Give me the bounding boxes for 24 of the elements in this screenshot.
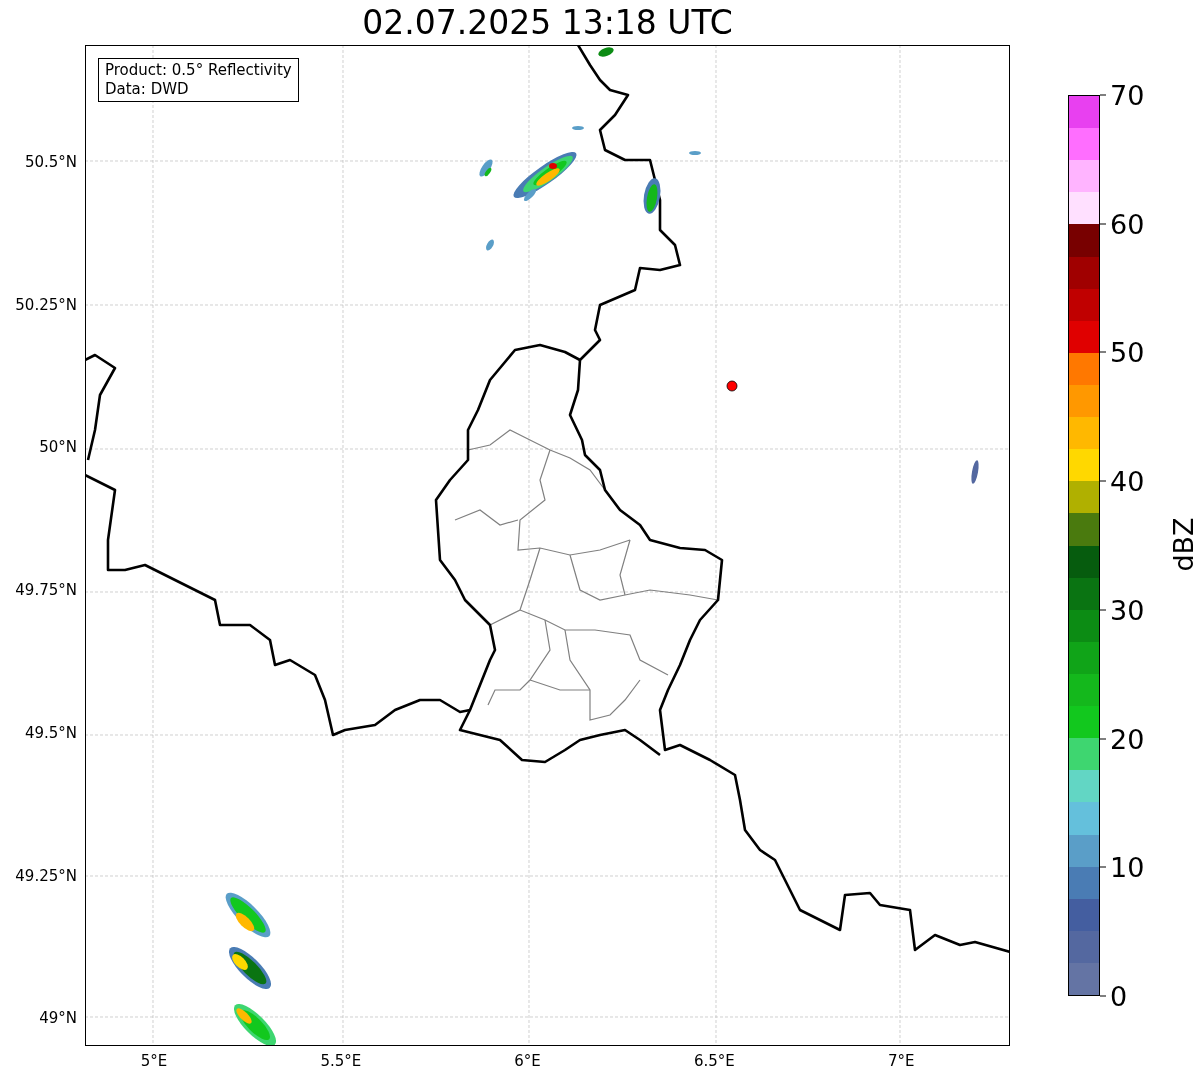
y-tick-label: 49.75°N — [15, 579, 77, 601]
y-tick-label: 49°N — [39, 1007, 77, 1029]
y-tick-label: 50.25°N — [15, 294, 77, 316]
x-tick-label: 6.5°E — [693, 1051, 735, 1072]
x-tick-label: 5°E — [140, 1051, 168, 1072]
legend-text: Product: 0.5° Reflectivity — [105, 61, 292, 80]
colorbar-tick-label: 10 — [1110, 853, 1145, 881]
colorbar-tick-label: 60 — [1110, 210, 1145, 238]
y-tick-label: 50.5°N — [24, 151, 77, 173]
colorbar-tick-label: 70 — [1110, 81, 1145, 109]
colorbar-tick-label: 50 — [1110, 338, 1145, 366]
colorbar-tick-label: 20 — [1110, 725, 1145, 753]
colorbar-tick-label: 0 — [1110, 982, 1128, 1010]
colorbar-axis-label: dBZ — [1169, 517, 1197, 572]
y-tick-label: 49.25°N — [15, 865, 77, 887]
legend-text: Data: DWD — [105, 80, 190, 99]
y-tick-label: 49.5°N — [24, 722, 77, 744]
colorbar-tick-label: 40 — [1110, 467, 1145, 495]
x-tick-label: 7°E — [887, 1051, 915, 1072]
x-tick-label: 5.5°E — [320, 1051, 362, 1072]
chart-title: 02.07.2025 13:18 UTC — [362, 6, 733, 39]
colorbar-tick-label: 30 — [1110, 596, 1145, 624]
x-tick-label: 6°E — [514, 1051, 541, 1072]
y-tick-label: 50°N — [39, 437, 77, 459]
